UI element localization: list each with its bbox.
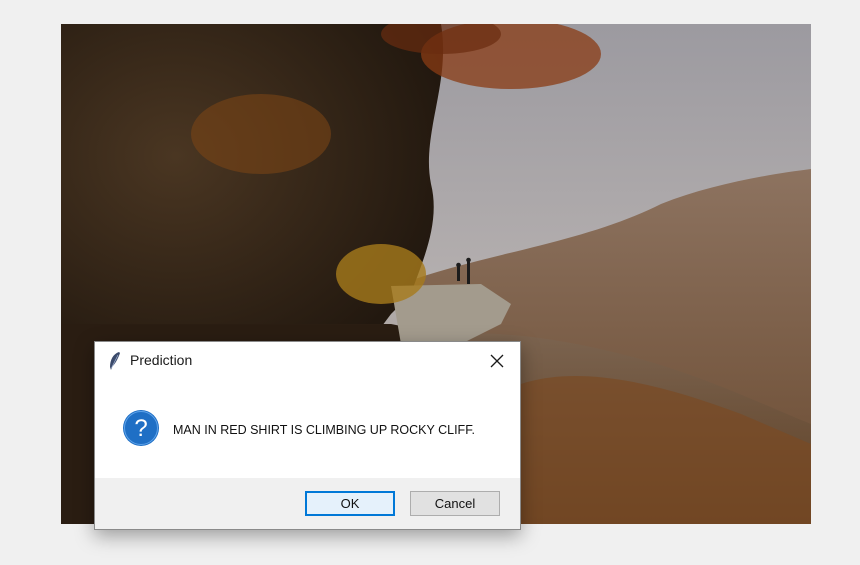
ok-button[interactable]: OK	[305, 491, 395, 516]
dialog-footer: OK Cancel	[95, 478, 520, 529]
dialog-title: Prediction	[130, 352, 193, 368]
dialog-body: ? MAN IN RED SHIRT IS CLIMBING UP ROCKY …	[95, 380, 520, 479]
dialog-message: MAN IN RED SHIRT IS CLIMBING UP ROCKY CL…	[173, 423, 475, 437]
question-icon: ?	[122, 409, 160, 447]
close-icon	[490, 354, 504, 367]
feather-icon	[108, 351, 122, 371]
close-button[interactable]	[474, 342, 520, 379]
dialog-titlebar[interactable]: Prediction	[95, 342, 520, 380]
svg-text:?: ?	[134, 415, 147, 442]
cancel-button[interactable]: Cancel	[410, 491, 500, 516]
prediction-dialog: Prediction ? MAN IN RED SHIRT IS CLIMBIN…	[94, 341, 521, 530]
